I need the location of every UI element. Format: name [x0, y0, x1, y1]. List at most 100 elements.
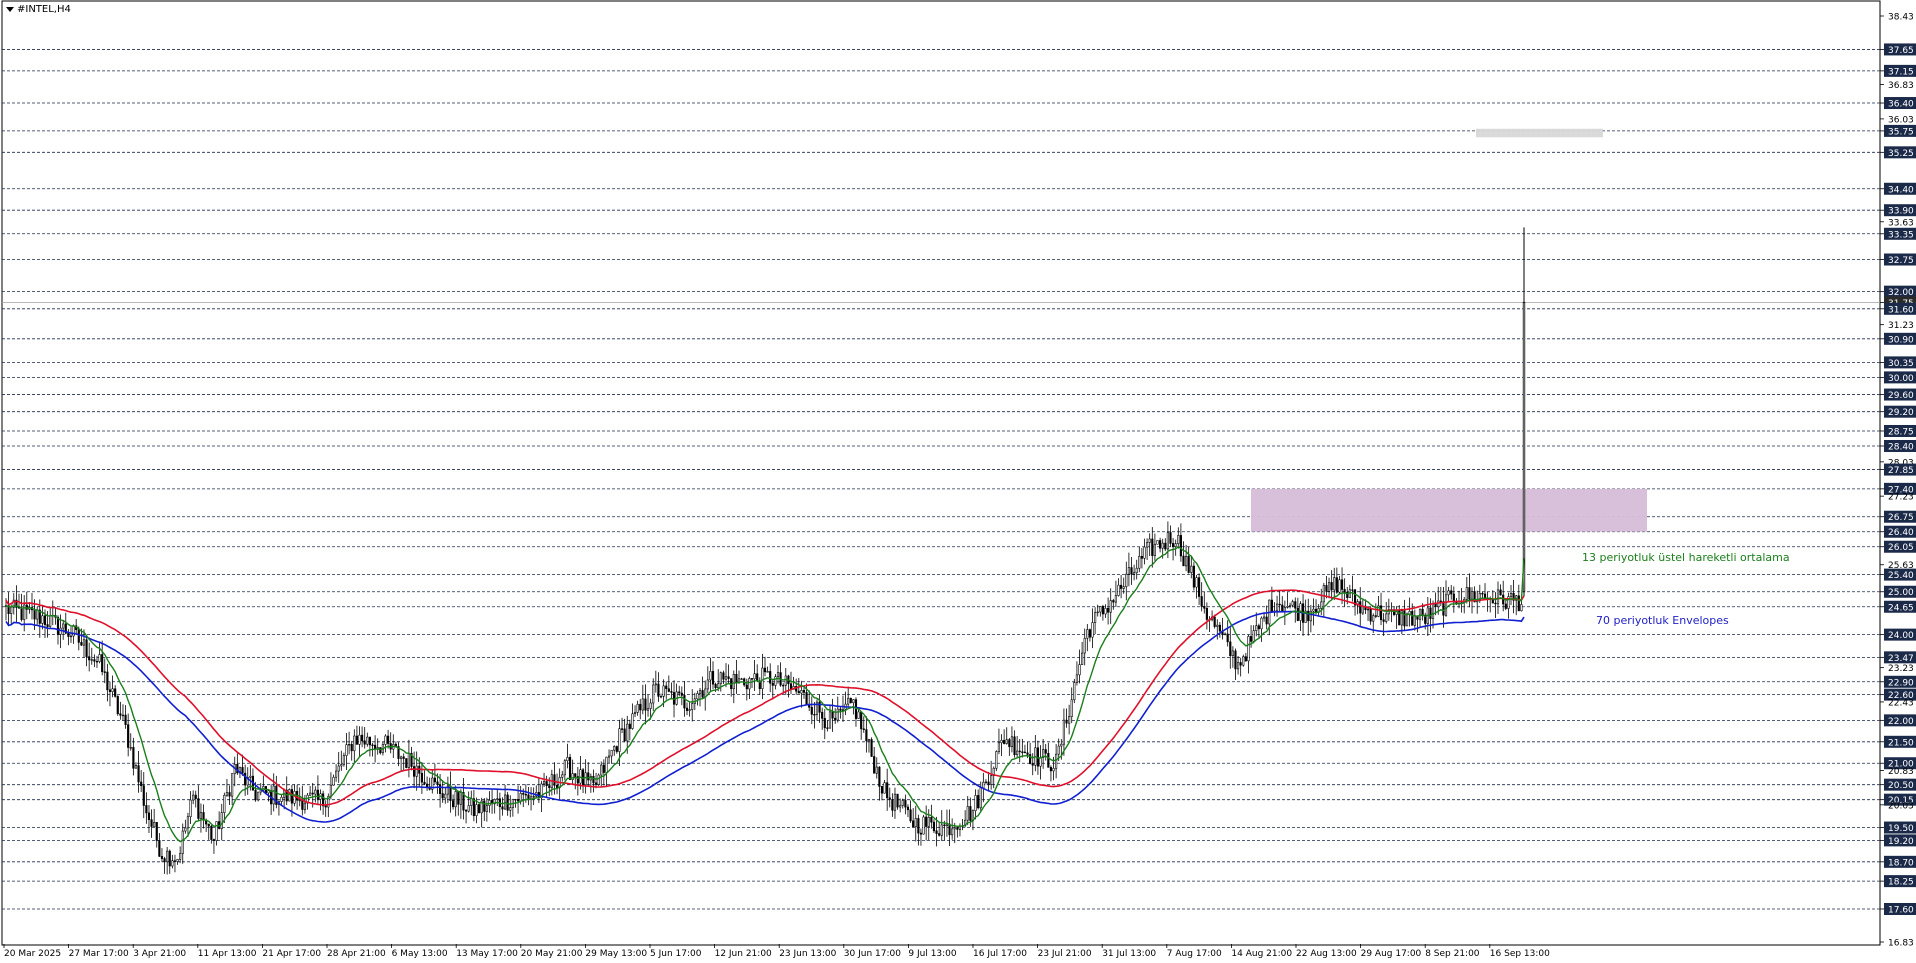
candle-body — [1288, 604, 1292, 607]
candle-body — [1026, 752, 1029, 755]
candle-body — [181, 830, 184, 854]
candle-body — [514, 798, 517, 801]
candle-body — [581, 769, 585, 786]
candle-body — [348, 744, 351, 746]
candle-body — [244, 772, 247, 786]
candle-body — [1159, 540, 1162, 549]
candle-body — [335, 770, 338, 778]
candle-body — [249, 775, 252, 778]
candle-body — [1252, 630, 1255, 642]
candle-body — [202, 812, 205, 821]
candle-body — [1294, 601, 1297, 609]
symbol-title[interactable]: #INTEL,H4 — [6, 4, 71, 15]
candle-body — [657, 683, 660, 697]
candle-body — [464, 809, 468, 812]
candle-body — [361, 734, 364, 742]
candle-body — [766, 671, 769, 673]
candle-body — [197, 798, 200, 819]
dropdown-triangle-icon[interactable] — [6, 7, 14, 12]
candle-body — [566, 757, 569, 762]
candle-body — [966, 806, 969, 821]
candle-body — [67, 632, 70, 637]
candle-body — [1431, 603, 1435, 619]
candle-body — [685, 707, 689, 711]
candle-body — [932, 821, 936, 832]
candle-body — [332, 776, 335, 786]
candle-body — [1411, 610, 1414, 626]
candle-body — [1198, 577, 1201, 597]
candle-body — [1218, 624, 1221, 632]
candle-body — [831, 711, 834, 719]
candle-body — [1418, 608, 1422, 620]
candle-body — [82, 639, 86, 646]
candle-body — [620, 728, 624, 730]
candle-body — [1133, 572, 1136, 575]
price-tick-label: 30.90 — [1888, 335, 1914, 345]
candle-body — [644, 698, 647, 711]
price-chart[interactable]: 38.43 37.65 37.15 36.83 36.40 36.03 35.75 35.25… — [0, 0, 1916, 963]
candle-body — [997, 742, 1001, 752]
candle-body — [615, 746, 618, 752]
candle-body — [940, 824, 943, 836]
candle-body — [516, 799, 520, 802]
candle-body — [930, 816, 933, 823]
candle-body — [610, 749, 613, 757]
candle-body — [626, 723, 629, 742]
candle-body — [763, 667, 767, 673]
candle-body — [225, 792, 229, 796]
candle-body — [909, 809, 912, 822]
candle-body — [1374, 615, 1377, 617]
candle-body — [717, 683, 720, 689]
chart-window[interactable]: #INTEL,H4 38.43 37.65 37.15 36.83 36.40 36.03… — [0, 0, 1916, 963]
candle-body — [878, 766, 881, 787]
price-tick-label: 23.23 — [1888, 664, 1914, 674]
candle-body — [384, 735, 387, 745]
candle-body — [158, 840, 161, 857]
candle-body — [1130, 567, 1133, 575]
candle-body — [477, 804, 481, 814]
candle-body — [771, 682, 774, 686]
candle-body — [857, 711, 860, 719]
candle-body — [1099, 606, 1102, 613]
candle-body — [171, 860, 174, 867]
candle-body — [542, 781, 546, 785]
envelope-lower-line — [5, 610, 1525, 823]
candle-body — [956, 827, 959, 830]
candle-body — [1044, 749, 1047, 754]
candle-body — [984, 781, 988, 784]
candle-body — [1081, 652, 1084, 665]
candle-body — [1247, 636, 1250, 662]
time-tick-label: 8 Sep 21:00 — [1425, 949, 1480, 959]
candle-body — [433, 777, 436, 783]
candle-body — [670, 691, 673, 693]
candle-body — [20, 607, 23, 620]
candle-body — [41, 615, 44, 624]
candle-body — [571, 773, 574, 780]
candle-body — [176, 859, 179, 862]
candle-body — [1229, 641, 1232, 656]
candle-body — [659, 695, 663, 698]
ema-annotation[interactable]: 13 periyotluk üstel hareketli ortalama — [1582, 551, 1790, 564]
candle-body — [407, 752, 410, 768]
candle-body — [865, 729, 868, 742]
candle-body — [241, 767, 244, 774]
candle-body — [212, 839, 216, 841]
candle-body — [314, 789, 317, 795]
price-tick-label: 34.40 — [1888, 185, 1914, 195]
candle-body — [613, 746, 616, 751]
candle-body — [1205, 607, 1208, 620]
envelopes-annotation[interactable]: 70 periyotluk Envelopes — [1596, 614, 1729, 627]
candle-body — [1112, 600, 1115, 603]
candle-body — [883, 782, 886, 794]
candle-body — [80, 642, 83, 646]
candle-body — [867, 739, 871, 742]
candle-body — [1073, 682, 1076, 701]
candle-body — [1327, 582, 1331, 592]
candle-body — [93, 659, 96, 662]
price-tick-label: 22.43 — [1888, 698, 1914, 708]
candle-body — [880, 786, 884, 794]
candle-body — [1109, 600, 1112, 613]
candle-body — [311, 792, 314, 795]
candle-body — [342, 755, 345, 765]
candle-body — [522, 792, 525, 795]
